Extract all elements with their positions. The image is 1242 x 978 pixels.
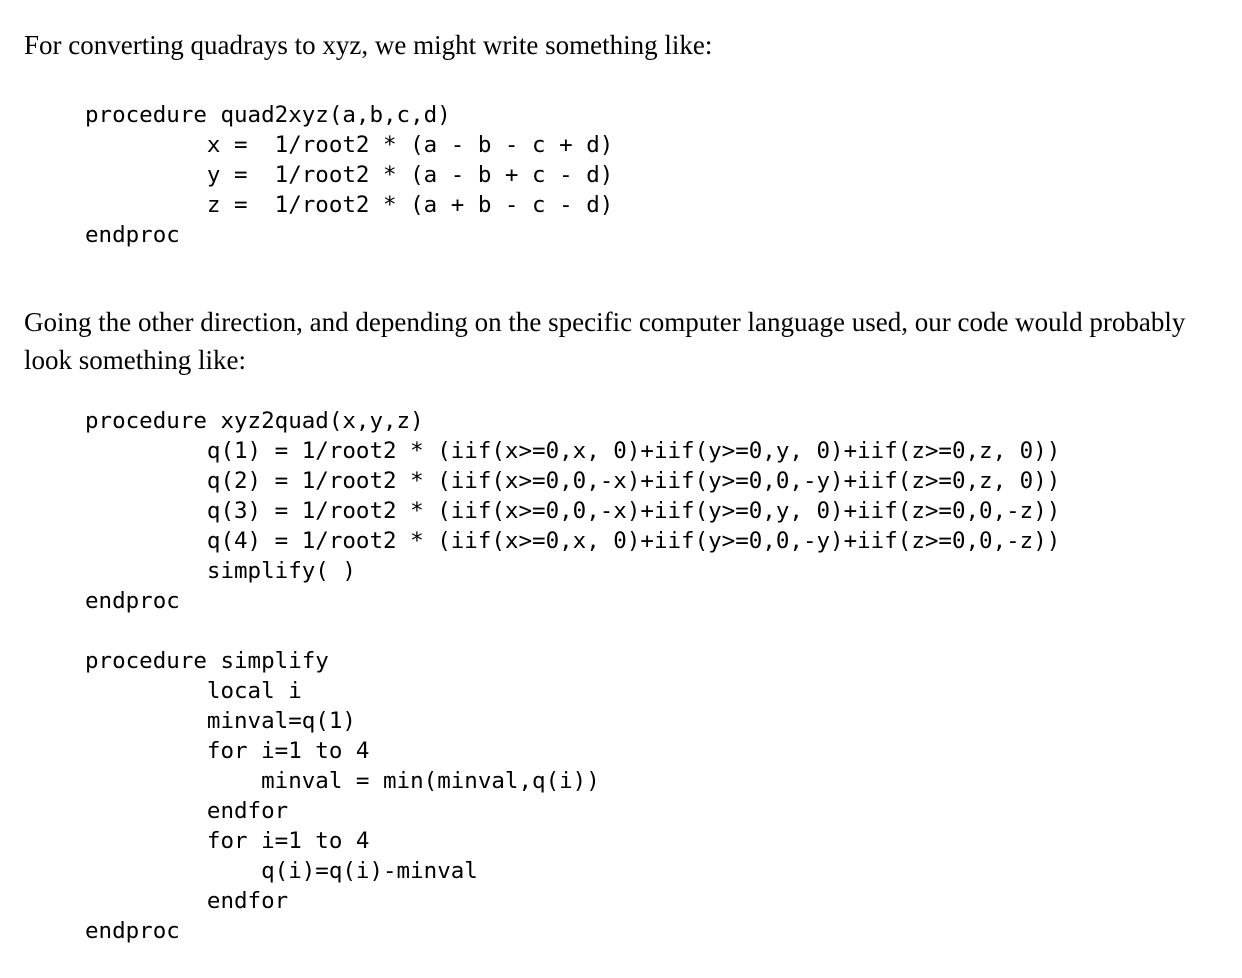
code-line: q(4) = 1/root2 * (iif(x>=0,x, 0)+iif(y>=…	[85, 528, 1061, 554]
code-line: q(3) = 1/root2 * (iif(x>=0,0,-x)+iif(y>=…	[85, 498, 1061, 524]
code-line: endproc	[85, 222, 180, 248]
code-line: q(i)=q(i)-minval	[85, 858, 478, 884]
code-line: minval=q(1)	[85, 708, 356, 734]
second-paragraph: Going the other direction, and depending…	[24, 307, 1193, 375]
code-line: for i=1 to 4	[85, 738, 370, 764]
code-block-quad2xyz: procedure quad2xyz(a,b,c,d) x = 1/root2 …	[85, 100, 613, 250]
code-line: endfor	[85, 798, 289, 824]
code-line: procedure simplify	[85, 648, 329, 674]
code-line: endproc	[85, 918, 180, 944]
code-line: endproc	[85, 588, 180, 614]
code-line: x = 1/root2 * (a - b - c + d)	[85, 132, 614, 158]
code-line: q(1) = 1/root2 * (iif(x>=0,x, 0)+iif(y>=…	[85, 438, 1061, 464]
code-line: procedure quad2xyz(a,b,c,d)	[85, 102, 451, 128]
code-line: minval = min(minval,q(i))	[85, 768, 600, 794]
document-page: For converting quadrays to xyz, we might…	[0, 0, 1242, 978]
code-line: z = 1/root2 * (a + b - c - d)	[85, 192, 614, 218]
code-line: for i=1 to 4	[85, 828, 370, 854]
code-line: procedure xyz2quad(x,y,z)	[85, 408, 424, 434]
code-line: q(2) = 1/root2 * (iif(x>=0,0,-x)+iif(y>=…	[85, 468, 1061, 494]
code-line: y = 1/root2 * (a - b + c - d)	[85, 162, 614, 188]
code-line: endfor	[85, 888, 289, 914]
code-block-xyz2quad: procedure xyz2quad(x,y,z) q(1) = 1/root2…	[85, 406, 1060, 946]
code-line: local i	[85, 678, 302, 704]
code-line: simplify( )	[85, 558, 356, 584]
intro-paragraph: For converting quadrays to xyz, we might…	[24, 30, 713, 60]
